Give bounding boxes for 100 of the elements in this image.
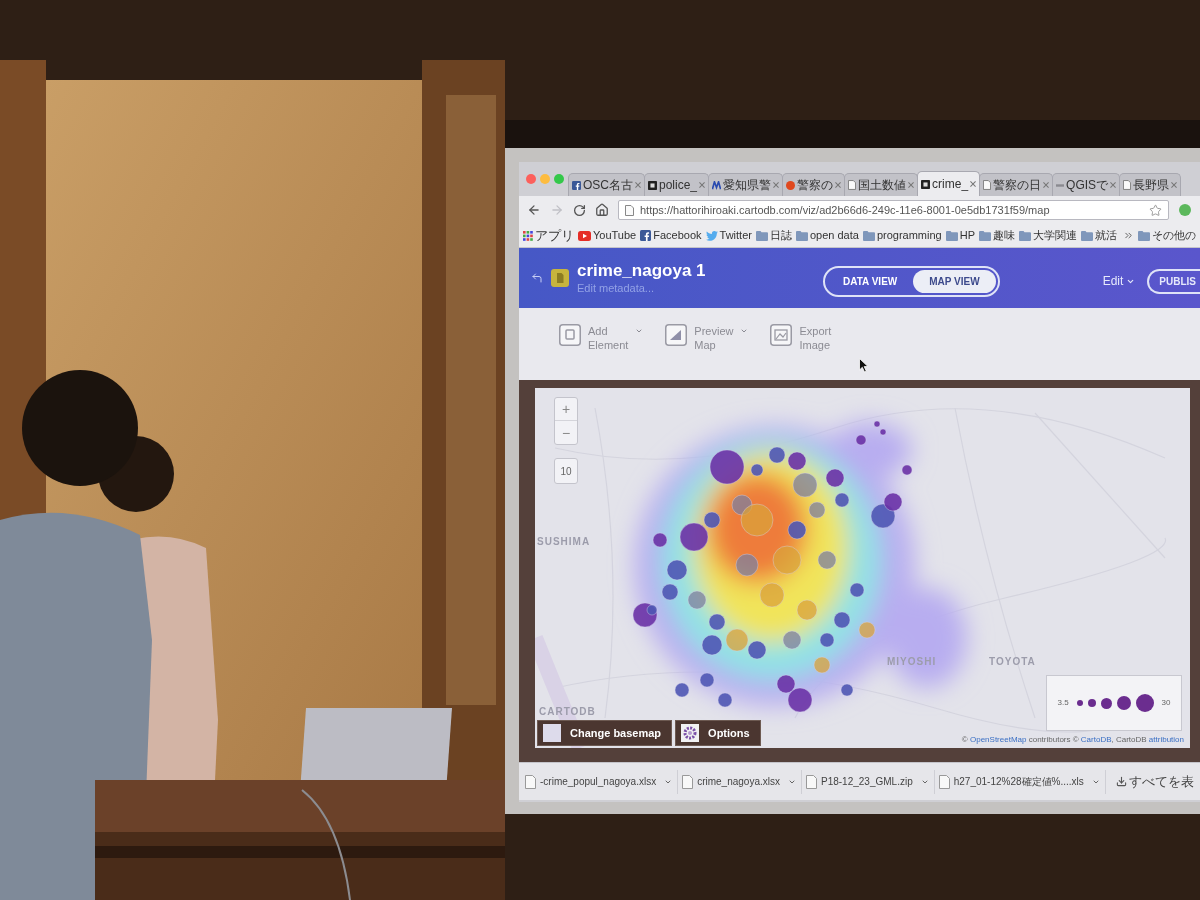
browser-tab[interactable]: 愛知県警 [708,173,784,196]
bookmark-item[interactable]: 日誌 [755,227,792,244]
place-label: CARTODB [539,705,596,719]
mouse-pointer-icon [859,358,869,373]
map-bubble [661,583,679,601]
bookmark-item[interactable]: 就活 [1081,227,1117,244]
file-icon [938,774,950,789]
play-button-logo-icon [578,230,591,241]
map-bubble [840,683,854,697]
bookmark-item[interactable]: YouTube [578,227,637,244]
folder-icon [1081,230,1093,241]
close-icon[interactable] [908,182,915,188]
map-bubble [772,545,802,575]
address-field[interactable]: https://hattorihiroaki.cartodb.com/viz/ad2b66d6-249c-11e6-8001-0e5db1731f59/map [618,200,1169,220]
bookmark-item[interactable]: 趣味 [979,227,1015,244]
bookmark-item[interactable]: 大学関連 [1019,227,1077,244]
close-icon[interactable] [1043,182,1050,188]
close-icon[interactable] [773,182,780,188]
image-icon [770,324,793,346]
file-icon [525,774,536,789]
place-label: TOYOTA [989,655,1036,669]
download-item[interactable]: crime_nagoya.xlsx [682,769,802,794]
attribution-link[interactable]: CartoDB [1080,735,1112,744]
circle-logo-icon [786,180,796,190]
download-item[interactable]: h27_01-12%28確定値%....xls [938,769,1106,794]
swatch-icon [543,724,561,742]
f-logo-icon [572,180,581,190]
attribution-link[interactable]: OpenStreetMap [970,735,1027,744]
map-bubble [735,553,759,577]
back-icon[interactable] [527,203,541,217]
map-bubble [747,640,767,660]
bookmark-star-icon[interactable] [1149,203,1162,217]
close-icon[interactable] [835,182,842,188]
map-bubble [825,468,845,488]
other-bookmarks-item[interactable]: その他の [1138,227,1196,244]
browser-tab[interactable]: 国土数値 [844,173,919,196]
browser-tab[interactable]: 警察の [782,173,846,196]
page-icon [983,180,992,190]
page-icon [1123,180,1132,190]
bookmark-item[interactable]: Facebook [640,227,702,244]
map-bubble [699,672,715,688]
close-icon[interactable] [635,182,641,188]
close-icon[interactable] [1110,182,1117,188]
legend-max-label: 30 [1161,697,1171,709]
legend-bubble-icon [1135,694,1154,712]
browser-tab[interactable]: 長野県 [1119,173,1182,196]
bookmark-item[interactable]: open data [795,227,859,244]
place-label: MIYOSHI [887,655,937,669]
reload-icon[interactable] [573,203,586,217]
back-arrow-icon[interactable] [531,272,543,284]
close-window-icon[interactable] [526,174,536,184]
url-text: https://hattorihiroaki.cartodb.com/viz/ad2b66d6-249c-11e6-8001-0e5db1731f59/map [640,202,1050,218]
legend-bubble-icon [1100,697,1112,709]
map-bubble [687,590,707,610]
map-bubble [833,611,851,629]
download-item[interactable]: -crime_popul_nagoya.xlsx [525,769,679,794]
map-bubble [776,674,796,694]
bookmark-item[interactable]: Twitter [705,227,752,244]
map-bubble [855,434,867,446]
download-item[interactable]: P18-12_23_GML.zip [806,769,935,794]
home-icon[interactable] [595,203,609,217]
chevron-icon[interactable] [1123,230,1134,241]
map-bubble [849,582,865,598]
map-bubble [883,492,903,512]
browser-tab[interactable]: OSC名古 [568,173,645,196]
bookmark-item[interactable]: programming [862,227,942,244]
map-bubble [708,613,726,631]
folder-icon [795,230,808,241]
browser-tab[interactable]: crime_ [917,171,981,196]
page-icon [848,180,857,190]
file-icon [806,774,817,789]
edit-menu-button[interactable]: Edit [1102,272,1136,290]
bookmark-item[interactable]: アプリ [523,225,574,246]
close-icon[interactable] [970,181,977,187]
browser-tab[interactable]: QGISで [1052,173,1121,196]
close-icon[interactable] [699,182,706,188]
view-toggle-option[interactable]: MAP VIEW [913,269,996,293]
browser-tab[interactable]: 警察の日 [979,173,1054,196]
options-button[interactable]: Options [675,720,761,746]
dash-icon [1056,183,1065,187]
folder-icon [1138,230,1150,241]
map-bubble [768,446,786,464]
map-bubble [792,472,818,498]
legend-min-label: 3.5 [1057,697,1069,709]
close-icon[interactable] [1171,182,1178,188]
map-bubble [858,621,876,639]
zoom-level-indicator: 10 [554,458,578,484]
map-bubble [787,451,807,471]
attribution-link[interactable]: attribution [1148,735,1184,744]
bookmark-item[interactable]: HP [945,227,975,244]
legend-bubble-icon [1116,696,1131,710]
file-icon [682,774,694,789]
view-toggle-option[interactable]: DATA VIEW [827,269,914,293]
maximize-window-icon[interactable] [554,174,564,184]
browser-tab[interactable]: police_ [644,173,710,196]
map-bubble [782,630,802,650]
change-basemap-button[interactable]: Change basemap [537,720,673,746]
show-all-downloads-link[interactable]: すべてを表 [1116,771,1194,792]
extension-icon[interactable] [1178,203,1192,217]
publish-button[interactable]: PUBLIS [1147,268,1200,294]
